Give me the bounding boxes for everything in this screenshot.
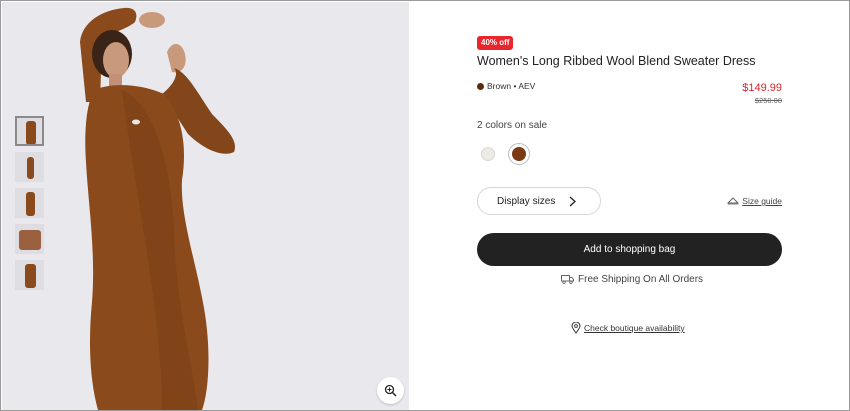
truck-icon: [561, 275, 574, 284]
product-title: Women's Long Ribbed Wool Blend Sweater D…: [477, 54, 756, 68]
zoom-in-icon: [384, 384, 397, 397]
add-to-bag-button[interactable]: Add to shopping bag: [477, 233, 782, 266]
product-details: 40% off Women's Long Ribbed Wool Blend S…: [477, 1, 782, 410]
thumbnail-4[interactable]: [15, 224, 44, 254]
swatch-brown-fill: [512, 147, 526, 161]
display-sizes-label: Display sizes: [497, 195, 556, 207]
product-main-image[interactable]: [2, 2, 409, 410]
size-guide-label: Size guide: [742, 196, 782, 206]
selected-color: Brown • AEV: [477, 81, 535, 91]
size-guide-link[interactable]: Size guide: [727, 196, 782, 206]
chevron-right-icon: [569, 196, 576, 207]
thumbnail-5[interactable]: [15, 260, 44, 290]
boutique-availability-link[interactable]: Check boutique availability: [571, 322, 685, 334]
thumbnail-1[interactable]: [15, 116, 44, 146]
sale-price: $149.99: [742, 82, 782, 94]
thumbnail-list: [15, 116, 47, 296]
hanger-icon: [727, 197, 740, 205]
zoom-button[interactable]: [377, 377, 404, 404]
color-label: Brown • AEV: [487, 81, 536, 91]
swatch-cream-fill: [481, 147, 495, 161]
shipping-info: Free Shipping On All Orders: [561, 274, 703, 285]
display-sizes-button[interactable]: Display sizes: [477, 187, 601, 215]
product-page: 40% off Women's Long Ribbed Wool Blend S…: [0, 0, 850, 411]
discount-badge: 40% off: [477, 36, 514, 50]
original-price: $250.00: [754, 96, 782, 105]
product-gallery: [2, 2, 409, 410]
boutique-label: Check boutique availability: [584, 323, 685, 333]
thumbnail-2[interactable]: [15, 152, 44, 182]
swatch-brown[interactable]: [508, 143, 530, 165]
color-dot-icon: [477, 82, 484, 90]
colors-on-sale-label: 2 colors on sale: [477, 120, 548, 131]
location-pin-icon: [571, 322, 581, 334]
swatch-cream[interactable]: [477, 143, 499, 165]
shipping-text: Free Shipping On All Orders: [578, 274, 704, 285]
thumbnail-3[interactable]: [15, 188, 44, 218]
